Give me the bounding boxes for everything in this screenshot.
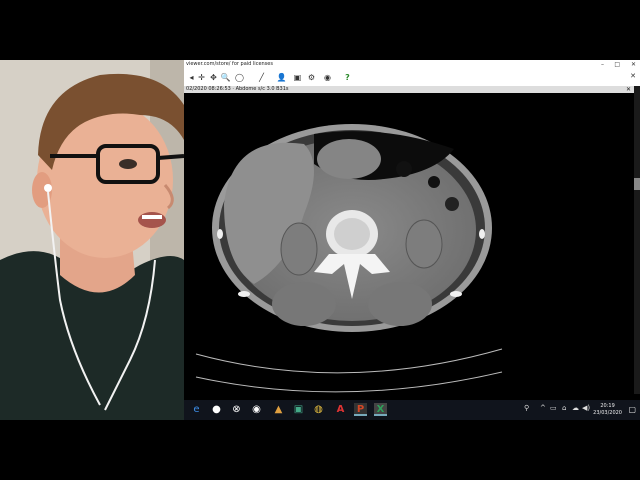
crosshair-tool[interactable]: ✛ <box>196 72 207 83</box>
series-label: 02/2020 08:26:53 · Abdome s/c 3.0 B31s <box>186 86 289 92</box>
help-icon: ? <box>345 73 350 82</box>
screen-icon: ▣ <box>293 73 302 82</box>
acrobat-icon: A <box>336 404 345 415</box>
globe-tool[interactable]: ◉ <box>322 72 333 83</box>
globe-icon: ◉ <box>324 73 331 82</box>
notification-icon[interactable]: ▢ <box>628 405 636 414</box>
series-close-button[interactable]: ✕ <box>626 86 631 93</box>
taskbar-app-4[interactable]: ◉ <box>250 403 263 416</box>
crosshair-icon: ✛ <box>198 73 205 82</box>
chrome-icon: ◍ <box>314 404 323 415</box>
taskbar-app-1[interactable]: e <box>190 403 203 416</box>
taskbar-app-2[interactable]: ● <box>210 403 223 416</box>
battery-icon[interactable]: ▭ <box>550 404 557 412</box>
browser-titlebar: viewer.com/store/ for paid licenses – □ … <box>184 60 640 69</box>
taskbar-app-8[interactable]: A <box>334 403 347 416</box>
address-text[interactable]: viewer.com/store/ for paid licenses <box>186 60 273 69</box>
person-tool[interactable]: 👤 <box>276 72 287 83</box>
network-icon[interactable]: ⌂ <box>562 404 566 412</box>
screen-tool[interactable]: ▣ <box>292 72 303 83</box>
measure-tool[interactable]: ╱ <box>256 72 267 83</box>
taskbar-app-6[interactable]: ▣ <box>292 403 305 416</box>
windows-taskbar: e ● ⊗ ◉ ▲ ▣ ◍ A P X ⚲ ^ ▭ ⌂ ☁ ◀) 20:19 2… <box>184 400 640 420</box>
taskbar-app-9[interactable]: P <box>354 403 367 416</box>
ct-viewer[interactable]: 02/2020 08:26:53 · Abdome s/c 3.0 B31s ✕ <box>184 86 634 394</box>
pan-tool[interactable]: ✥ <box>208 72 219 83</box>
presenter-image <box>0 60 184 420</box>
obs-icon: ◉ <box>252 404 261 415</box>
zoom-tool[interactable]: 🔍 <box>220 72 231 83</box>
viewer-scroll-thumb[interactable] <box>634 178 640 190</box>
pan-icon: ✥ <box>210 73 217 82</box>
xbox-icon: ⊗ <box>232 404 241 415</box>
letterbox-top <box>0 0 640 60</box>
series-header: 02/2020 08:26:53 · Abdome s/c 3.0 B31s ✕ <box>184 86 634 93</box>
taskbar-app-3[interactable]: ⊗ <box>230 403 243 416</box>
paint-icon: ▲ <box>274 404 283 415</box>
image-viewer-icon: ▣ <box>293 404 304 415</box>
maximize-button[interactable]: □ <box>614 60 620 69</box>
toolbar-close-button[interactable]: ✕ <box>630 72 636 80</box>
taskbar-app-10[interactable]: X <box>374 403 387 416</box>
measure-icon: ╱ <box>259 73 264 82</box>
settings-icon: ⚙ <box>307 73 316 82</box>
system-clock[interactable]: 20:19 23/03/2020 <box>593 403 622 417</box>
show-hidden-icons[interactable]: ^ <box>540 404 546 412</box>
edge-icon: e <box>193 404 200 415</box>
taskbar-app-7[interactable]: ◍ <box>312 403 325 416</box>
minimize-button[interactable]: – <box>601 60 604 69</box>
people-icon[interactable]: ⚲ <box>524 404 529 412</box>
window-level-tool[interactable]: ◯ <box>234 72 245 83</box>
settings-tool[interactable]: ⚙ <box>306 72 317 83</box>
letterbox-bottom <box>0 420 640 480</box>
viewer-scrollbar[interactable] <box>634 86 640 394</box>
clock-time: 20:19 <box>600 403 615 409</box>
taskbar-app-5[interactable]: ▲ <box>272 403 285 416</box>
viewer-toolbar: ◂ ✛ ✥ 🔍 ◯ ╱ 👤 ▣ ⚙ ◉ ? ✕ <box>184 69 640 87</box>
webcam-feed <box>0 60 184 420</box>
help-tool[interactable]: ? <box>342 72 353 83</box>
zoom-icon: 🔍 <box>220 73 231 82</box>
person-icon: 👤 <box>276 73 287 82</box>
ct-image[interactable] <box>184 94 634 394</box>
clock-date: 23/03/2020 <box>593 410 622 416</box>
cloud-icon[interactable]: ☁ <box>572 404 579 412</box>
volume-icon[interactable]: ◀) <box>582 404 590 412</box>
window-level-icon: ◯ <box>235 73 244 82</box>
close-window-button[interactable]: ✕ <box>631 60 636 69</box>
screen-capture: viewer.com/store/ for paid licenses – □ … <box>184 60 640 420</box>
steam-icon: ● <box>212 404 221 415</box>
